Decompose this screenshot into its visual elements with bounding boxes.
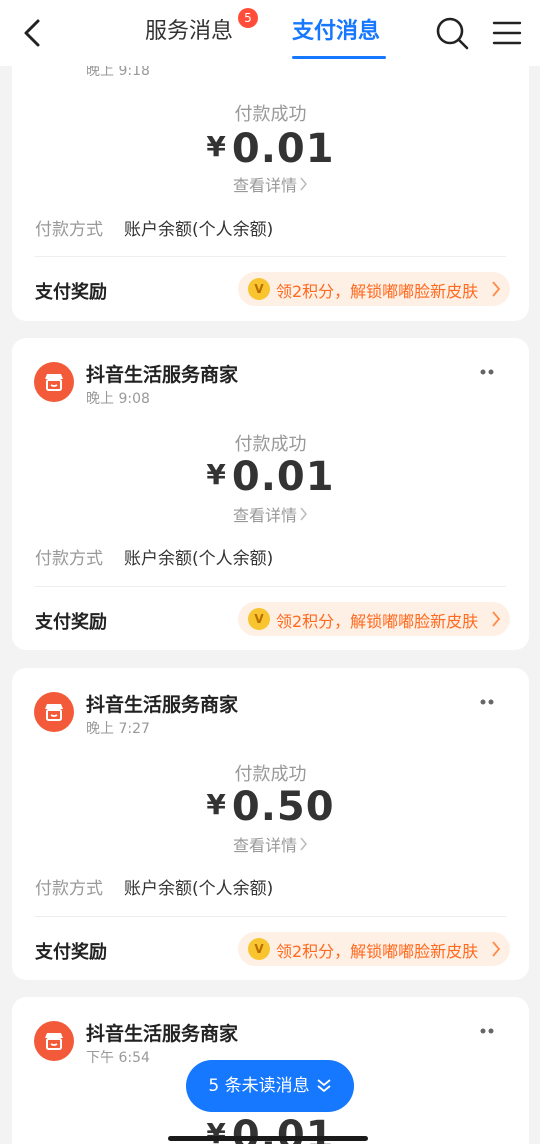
payment-amount: ¥0.01 <box>12 454 529 500</box>
reward-label: 支付奖励 <box>35 942 107 963</box>
tab-payment-messages[interactable]: 支付消息 <box>292 14 380 50</box>
chevron-right-icon <box>300 507 307 521</box>
message-time: 晚上 9:08 <box>86 391 150 407</box>
home-indicator[interactable] <box>168 1136 368 1141</box>
chevron-right-icon <box>300 837 307 851</box>
merchant-name: 抖音生活服务商家 <box>86 364 239 386</box>
unread-messages-label: 5 条未读消息 <box>208 1076 310 1096</box>
unread-badge: 5 <box>238 8 258 28</box>
payment-amount: ¥0.50 <box>12 784 529 830</box>
pay-method-label: 付款方式 <box>35 549 103 569</box>
reward-button[interactable]: V 领2积分，解锁嘟嘟脸新皮肤 <box>238 932 510 966</box>
currency-symbol: ¥ <box>206 458 226 491</box>
store-icon <box>34 1021 74 1061</box>
chevron-right-icon <box>492 611 501 627</box>
merchant-name: 抖音生活服务商家 <box>86 1023 239 1045</box>
coin-icon: V <box>248 938 270 960</box>
reward-text: 领2积分，解锁嘟嘟脸新皮肤 <box>276 612 479 631</box>
reward-label: 支付奖励 <box>35 612 107 633</box>
chevron-right-icon <box>492 941 501 957</box>
top-bar: 服务消息 5 支付消息 <box>0 0 540 66</box>
chevron-left-icon[interactable] <box>18 18 48 48</box>
more-icon[interactable] <box>479 698 499 706</box>
amount-value: 0.50 <box>231 784 335 830</box>
divider <box>35 256 506 257</box>
message-time: 晚上 7:27 <box>86 721 150 737</box>
message-time: 下午 6:54 <box>86 1050 150 1066</box>
active-tab-indicator <box>292 56 386 59</box>
reward-button[interactable]: V 领2积分，解锁嘟嘟脸新皮肤 <box>238 602 510 636</box>
menu-icon[interactable] <box>492 18 522 48</box>
search-icon[interactable] <box>435 16 469 50</box>
amount-value: 0.01 <box>231 454 335 500</box>
currency-symbol: ¥ <box>206 788 226 821</box>
currency-symbol: ¥ <box>206 130 226 163</box>
payment-status: 付款成功 <box>234 434 307 455</box>
pay-method-label: 付款方式 <box>35 879 103 899</box>
pay-method-label: 付款方式 <box>35 220 103 240</box>
payment-status: 付款成功 <box>234 764 307 785</box>
payment-amount: ¥0.01 <box>12 126 529 172</box>
view-details-label: 查看详情 <box>232 176 297 195</box>
payment-card[interactable]: 抖音生活服务商家 晚上 9:08 付款成功 ¥0.01 查看详情 付款方式 账户… <box>12 338 529 650</box>
more-icon[interactable] <box>479 1027 499 1035</box>
merchant-name: 抖音生活服务商家 <box>86 694 239 716</box>
coin-icon: V <box>248 278 270 300</box>
divider <box>35 586 506 587</box>
divider <box>35 916 506 917</box>
more-icon[interactable] <box>479 368 499 376</box>
store-icon <box>34 362 74 402</box>
reward-button[interactable]: V 领2积分，解锁嘟嘟脸新皮肤 <box>238 272 510 306</box>
view-details-label: 查看详情 <box>232 506 297 525</box>
coin-icon: V <box>248 608 270 630</box>
amount-value: 0.01 <box>231 126 335 172</box>
double-chevron-down-icon <box>317 1079 331 1093</box>
tab-service-messages[interactable]: 服务消息 <box>145 14 233 50</box>
reward-text: 领2积分，解锁嘟嘟脸新皮肤 <box>276 942 479 961</box>
chevron-right-icon <box>492 281 501 297</box>
view-details-link[interactable]: 查看详情 <box>12 832 529 856</box>
view-details-link[interactable]: 查看详情 <box>12 172 529 196</box>
payment-status: 付款成功 <box>234 104 307 125</box>
payment-card[interactable]: 抖音生活服务商家 晚上 7:27 付款成功 ¥0.50 查看详情 付款方式 账户… <box>12 668 529 980</box>
pay-method-value: 账户余额(个人余额) <box>124 879 274 899</box>
pay-method-value: 账户余额(个人余额) <box>124 220 274 240</box>
view-details-link[interactable]: 查看详情 <box>12 502 529 526</box>
reward-text: 领2积分，解锁嘟嘟脸新皮肤 <box>276 282 479 301</box>
pay-method-value: 账户余额(个人余额) <box>124 549 274 569</box>
chevron-right-icon <box>300 177 307 191</box>
view-details-label: 查看详情 <box>232 836 297 855</box>
reward-label: 支付奖励 <box>35 282 107 303</box>
unread-messages-button[interactable]: 5 条未读消息 <box>186 1060 354 1112</box>
store-icon <box>34 692 74 732</box>
